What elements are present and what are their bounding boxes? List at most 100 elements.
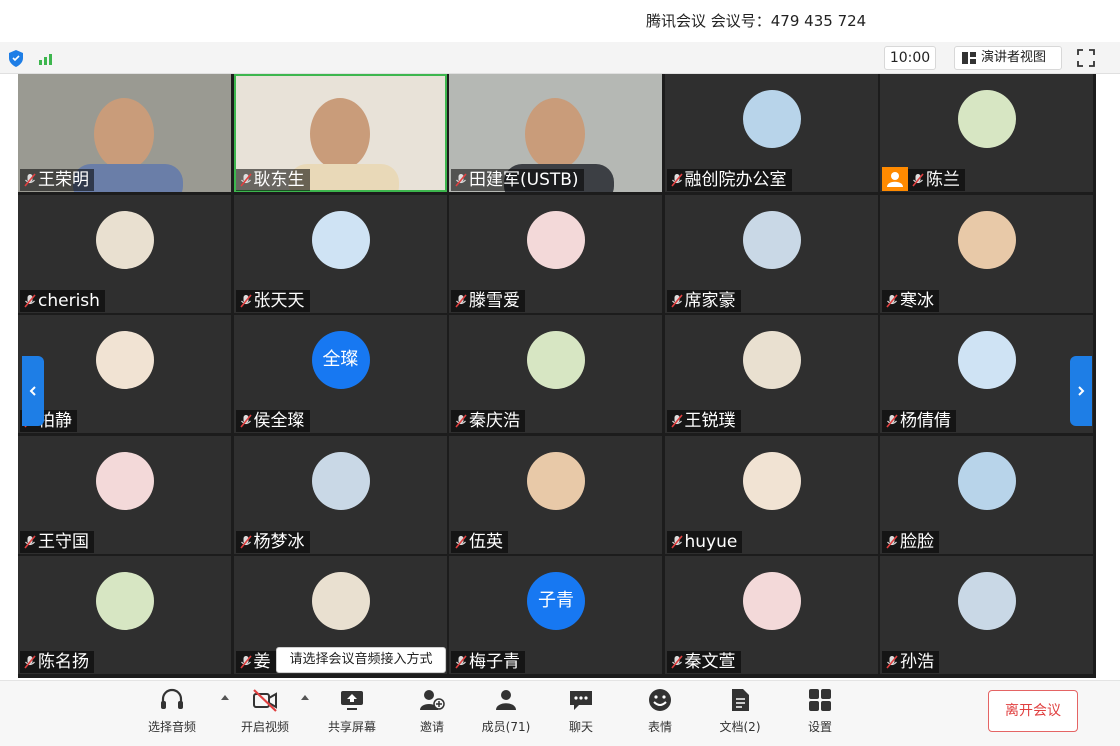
participant-name: 杨梦冰 — [235, 530, 310, 553]
participant-tile[interactable]: 融创院办公室 — [664, 74, 878, 192]
avatar — [527, 451, 585, 510]
participant-tile[interactable]: 秦庆浩 — [449, 315, 662, 433]
participant-name: 王守国 — [20, 530, 94, 553]
avatar — [527, 331, 585, 389]
settings-button[interactable]: 设置 — [790, 687, 850, 737]
participant-tile[interactable]: 寒冰 — [880, 194, 1093, 313]
avatar — [742, 451, 801, 510]
muted-mic-icon — [455, 293, 467, 308]
participant-name-text: huyue — [684, 531, 738, 552]
previous-page-button[interactable] — [22, 356, 44, 426]
avatar — [311, 210, 370, 269]
invite-label: 邀请 — [419, 720, 444, 734]
invite-button[interactable]: 邀请 — [402, 687, 462, 737]
avatar — [311, 451, 370, 510]
video-button[interactable]: 开启视频 — [235, 687, 295, 737]
chat-icon — [570, 691, 592, 710]
muted-mic-icon — [670, 293, 683, 308]
signal-icon[interactable] — [38, 51, 56, 65]
participant-name-text: 王荣明 — [38, 170, 89, 190]
participant-name: 陈名扬 — [20, 651, 94, 673]
avatar — [742, 90, 801, 148]
avatar — [742, 572, 801, 630]
participant-tile[interactable]: 孙浩 — [880, 556, 1093, 674]
participant-name: 席家豪 — [666, 289, 741, 312]
muted-mic-icon — [912, 173, 924, 187]
share-screen-button[interactable]: 共享屏幕 — [322, 687, 382, 737]
participant-tile[interactable]: 陈兰 — [880, 74, 1093, 192]
avatar — [958, 90, 1016, 148]
participant-name: 耿东生 — [235, 169, 310, 191]
participant-tile[interactable]: 杨倩倩 — [880, 315, 1093, 433]
participant-tile[interactable]: 全璨 侯全璨 — [233, 315, 447, 433]
participant-name: 梅子青 — [451, 651, 525, 673]
participant-name: 姜 — [235, 651, 276, 673]
settings-grid-icon — [809, 689, 831, 711]
fullscreen-icon[interactable] — [1076, 48, 1096, 68]
participant-tile[interactable]: 滕雪爱 — [449, 194, 662, 313]
participant-tile[interactable]: 张天天 — [233, 194, 447, 313]
muted-mic-icon — [239, 655, 252, 669]
participant-tile[interactable]: 席家豪 — [664, 194, 878, 313]
participant-tile[interactable]: 子青 梅子青 — [449, 556, 662, 674]
participant-name-text: cherish — [38, 290, 100, 311]
leave-meeting-button[interactable]: 离开会议 — [988, 690, 1078, 732]
participant-name: 融创院办公室 — [666, 169, 792, 191]
muted-mic-icon — [24, 173, 36, 187]
participant-tile[interactable]: 王荣明 — [18, 74, 231, 192]
participant-name: 伍英 — [451, 530, 508, 553]
emoji-button[interactable]: 表情 — [630, 687, 690, 737]
participant-name-text: 滕雪爱 — [469, 290, 520, 311]
participant-name-text: 杨倩倩 — [900, 411, 951, 431]
avatar: 全璨 — [311, 331, 370, 389]
document-icon — [732, 689, 749, 711]
participant-name-text: 秦庆浩 — [469, 411, 520, 431]
avatar — [96, 451, 154, 510]
meeting-title: 腾讯会议 会议号：479 435 724 — [646, 12, 867, 30]
participant-tile[interactable]: 伍英 — [449, 435, 662, 554]
emoji-label: 表情 — [647, 720, 672, 734]
muted-mic-icon — [886, 655, 898, 669]
speaker-view-button[interactable]: 演讲者视图 — [954, 46, 1062, 70]
participant-name-text: 梅子青 — [469, 652, 520, 672]
audio-button[interactable]: 选择音频 — [142, 687, 202, 737]
muted-mic-icon — [455, 655, 467, 669]
audio-options-caret-icon[interactable] — [220, 693, 230, 701]
participant-name-text: 孙浩 — [900, 652, 934, 672]
documents-button[interactable]: 文档(2) — [710, 687, 770, 737]
camera-off-icon — [253, 689, 277, 712]
participant-name: 脸脸 — [882, 530, 939, 553]
chat-button[interactable]: 聊天 — [551, 687, 611, 737]
avatar — [96, 572, 154, 630]
next-page-button[interactable] — [1070, 356, 1092, 426]
muted-mic-icon — [24, 655, 36, 669]
muted-mic-icon — [455, 534, 467, 549]
participant-tile[interactable]: cherish — [18, 194, 231, 313]
participant-name-text: 陈名扬 — [38, 652, 89, 672]
participant-tile[interactable]: 陈名扬 — [18, 556, 231, 674]
muted-mic-icon — [455, 173, 467, 187]
participant-tile[interactable]: 王锐璞 — [664, 315, 878, 433]
bottom-toolbar: 选择音频 开启视频 共享屏幕 邀请 成员(71) 聊天 表情 文档(2) 设置 … — [0, 680, 1120, 746]
participant-tile[interactable]: 脸脸 — [880, 435, 1093, 554]
participant-tile[interactable]: 杨梦冰 — [233, 435, 447, 554]
muted-mic-icon — [239, 173, 252, 187]
participant-tile[interactable]: huyue — [664, 435, 878, 554]
muted-mic-icon — [455, 414, 467, 428]
meeting-timer: 10:00 — [884, 46, 936, 70]
participant-name: 寒冰 — [882, 289, 939, 312]
participant-name-text: 融创院办公室 — [684, 170, 787, 190]
participant-name-text: 伍英 — [469, 531, 503, 552]
avatar — [527, 210, 585, 269]
muted-mic-icon — [239, 534, 252, 549]
shield-icon[interactable] — [8, 50, 24, 67]
members-button[interactable]: 成员(71) — [476, 687, 536, 737]
participant-tile[interactable]: 耿东生 — [233, 74, 447, 192]
video-options-caret-icon[interactable] — [300, 693, 310, 701]
participant-tile[interactable]: 秦文萱 — [664, 556, 878, 674]
participant-tile[interactable]: 王守国 — [18, 435, 231, 554]
participant-name-text: 姜 — [253, 652, 271, 672]
participant-tile[interactable]: 田建军(USTB) — [449, 74, 662, 192]
participant-tile[interactable]: 柏静 — [18, 315, 231, 433]
emoji-icon — [649, 689, 671, 711]
